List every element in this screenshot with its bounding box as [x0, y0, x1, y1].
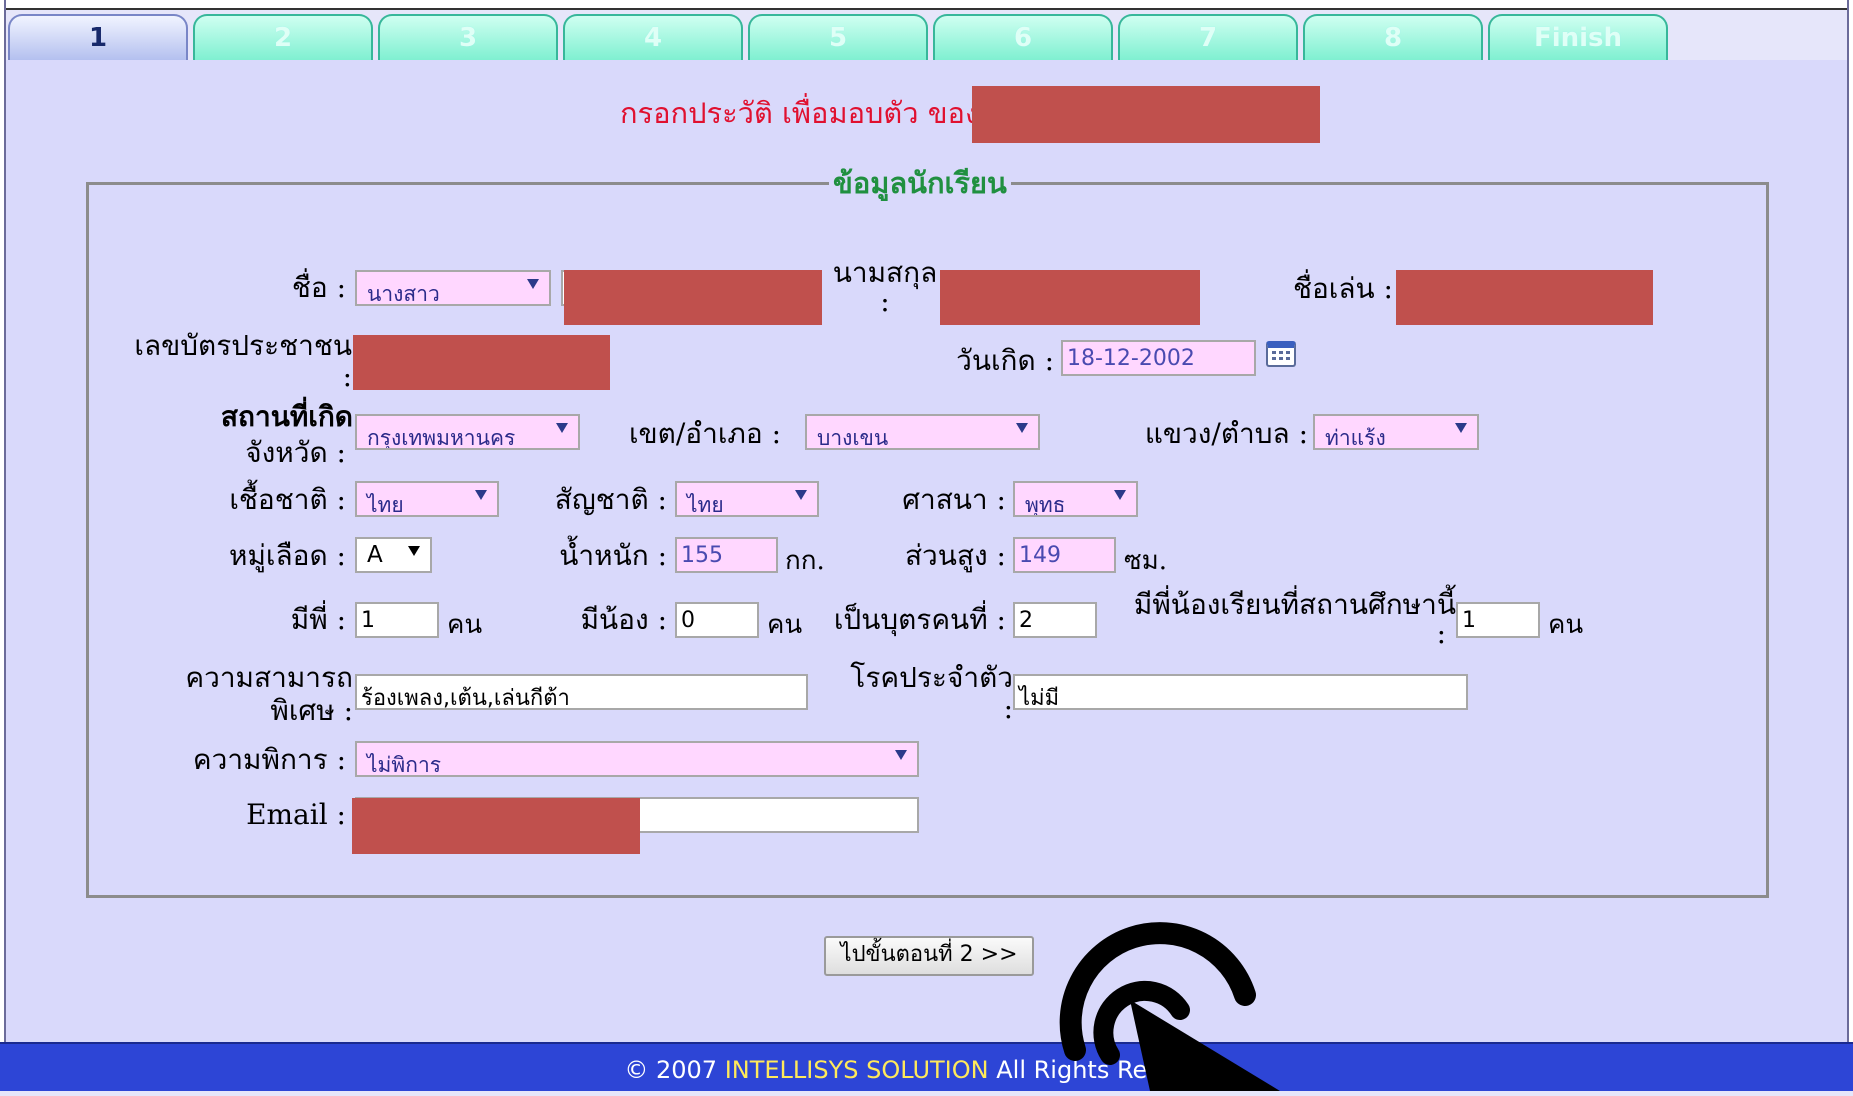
redacted-first-name — [564, 270, 822, 325]
siblings-school-unit: คน — [1548, 610, 1584, 640]
height-input[interactable]: 149 — [1013, 537, 1116, 573]
tab-step-6[interactable]: 6 — [933, 14, 1113, 60]
calendar-icon[interactable] — [1266, 341, 1296, 367]
weight-unit: กก. — [785, 546, 825, 576]
weight-input[interactable]: 155 — [675, 537, 778, 573]
id-card-label: เลขบัตรประชาชน : — [134, 329, 352, 393]
blood-group-select[interactable]: A — [355, 537, 432, 573]
disease-label: โรคประจำตัว : — [850, 661, 1013, 725]
tab-step-8[interactable]: 8 — [1303, 14, 1483, 60]
province-select-value: กรุงเทพมหานคร — [367, 426, 516, 450]
birthdate-input[interactable]: 18-12-2002 — [1061, 340, 1256, 376]
subdistrict-select-value: ท่าแร้ง — [1325, 426, 1386, 450]
older-siblings-input[interactable]: 1 — [355, 602, 439, 638]
disability-label: ความพิการ : — [192, 743, 346, 776]
window-top-border — [0, 0, 1853, 10]
race-select-value: ไทย — [367, 493, 404, 517]
tab-step-1[interactable]: 1 — [8, 14, 188, 60]
left-border — [0, 0, 6, 1091]
tab-step-4[interactable]: 4 — [563, 14, 743, 60]
blood-group-select-value: A — [367, 542, 383, 568]
nationality-select[interactable]: ไทย — [675, 481, 819, 517]
blood-group-label: หมู่เลือด : — [229, 539, 346, 572]
child-order-input[interactable]: 2 — [1013, 602, 1097, 638]
email-label: Email : — [246, 798, 346, 831]
religion-select-value: พุทธ — [1025, 493, 1066, 517]
redacted-email — [352, 798, 640, 854]
special-ability-label: ความสามารถ พิเศษ : — [185, 661, 353, 727]
district-select[interactable]: บางเขน — [805, 414, 1040, 450]
right-border — [1847, 0, 1853, 1091]
religion-label: ศาสนา : — [902, 483, 1006, 516]
older-siblings-label: มีพี่ : — [290, 603, 346, 636]
last-name-label: นามสกุล : — [832, 256, 938, 318]
footer-brand: INTELLISYS SOLUTION — [724, 1056, 989, 1084]
height-label: ส่วนสูง : — [904, 539, 1006, 572]
height-unit: ซม. — [1124, 546, 1168, 576]
younger-siblings-label: มีน้อง : — [580, 603, 667, 636]
footer: © 2007 INTELLISYS SOLUTION All Rights Re… — [0, 1042, 1853, 1091]
race-select[interactable]: ไทย — [355, 481, 499, 517]
title-select[interactable]: นางสาว — [355, 270, 551, 306]
siblings-school-label: มีพี่น้องเรียนที่สถานศึกษานี้ : — [1133, 588, 1456, 650]
district-label: เขต/อำเภอ : — [628, 417, 781, 450]
tab-step-5[interactable]: 5 — [748, 14, 928, 60]
page-heading: กรอกประวัติ เพื่อมอบตัว ของ — [620, 96, 980, 130]
mouse-cursor-icon — [1030, 900, 1290, 1091]
tab-step-2[interactable]: 2 — [193, 14, 373, 60]
subdistrict-label: แขวง/ตำบล : — [1144, 417, 1308, 450]
footer-copyright: © 2007 — [624, 1056, 718, 1084]
redacted-nickname — [1396, 270, 1653, 325]
nickname-label: ชื่อเล่น : — [1292, 272, 1393, 305]
special-ability-input[interactable]: ร้องเพลง,เต้น,เล่นกีต้า — [355, 674, 808, 710]
redacted-last-name — [940, 270, 1200, 325]
nationality-label: สัญชาติ : — [554, 483, 667, 516]
siblings-school-input[interactable]: 1 — [1456, 602, 1540, 638]
next-step-button[interactable]: ไปขั้นตอนที่ 2 >> — [824, 936, 1034, 976]
birthdate-label: วันเกิด : — [956, 344, 1054, 377]
tab-step-7[interactable]: 7 — [1118, 14, 1298, 60]
title-select-value: นางสาว — [367, 282, 440, 306]
chevron-down-icon — [408, 546, 420, 556]
redacted-student-name — [972, 86, 1320, 143]
disability-select[interactable]: ไม่พิการ — [355, 741, 919, 777]
province-label: จังหวัด : — [245, 436, 346, 469]
weight-label: น้ำหนัก : — [559, 539, 667, 572]
section-title: ข้อมูลนักเรียน — [833, 166, 1007, 200]
tab-step-3[interactable]: 3 — [378, 14, 558, 60]
younger-siblings-input[interactable]: 0 — [675, 602, 759, 638]
disability-select-value: ไม่พิการ — [367, 753, 442, 777]
chevron-down-icon — [475, 490, 487, 500]
older-siblings-unit: คน — [447, 610, 483, 640]
redacted-id-card — [353, 335, 610, 390]
disease-input[interactable]: ไม่มี — [1013, 674, 1468, 710]
religion-select[interactable]: พุทธ — [1013, 481, 1138, 517]
chevron-down-icon — [556, 423, 568, 433]
chevron-down-icon — [795, 490, 807, 500]
district-select-value: บางเขน — [817, 426, 889, 450]
younger-siblings-unit: คน — [767, 610, 803, 640]
province-select[interactable]: กรุงเทพมหานคร — [355, 414, 580, 450]
tab-finish[interactable]: Finish — [1488, 14, 1668, 60]
race-label: เชื้อชาติ : — [229, 483, 346, 516]
chevron-down-icon — [1114, 490, 1126, 500]
subdistrict-select[interactable]: ท่าแร้ง — [1313, 414, 1479, 450]
first-name-label: ชื่อ : — [291, 271, 346, 304]
child-order-label: เป็นบุตรคนที่ : — [833, 603, 1006, 636]
birthplace-label: สถานที่เกิด — [220, 400, 353, 433]
nationality-select-value: ไทย — [687, 493, 724, 517]
chevron-down-icon — [1016, 423, 1028, 433]
chevron-down-icon — [895, 750, 907, 760]
chevron-down-icon — [527, 279, 539, 289]
chevron-down-icon — [1455, 423, 1467, 433]
